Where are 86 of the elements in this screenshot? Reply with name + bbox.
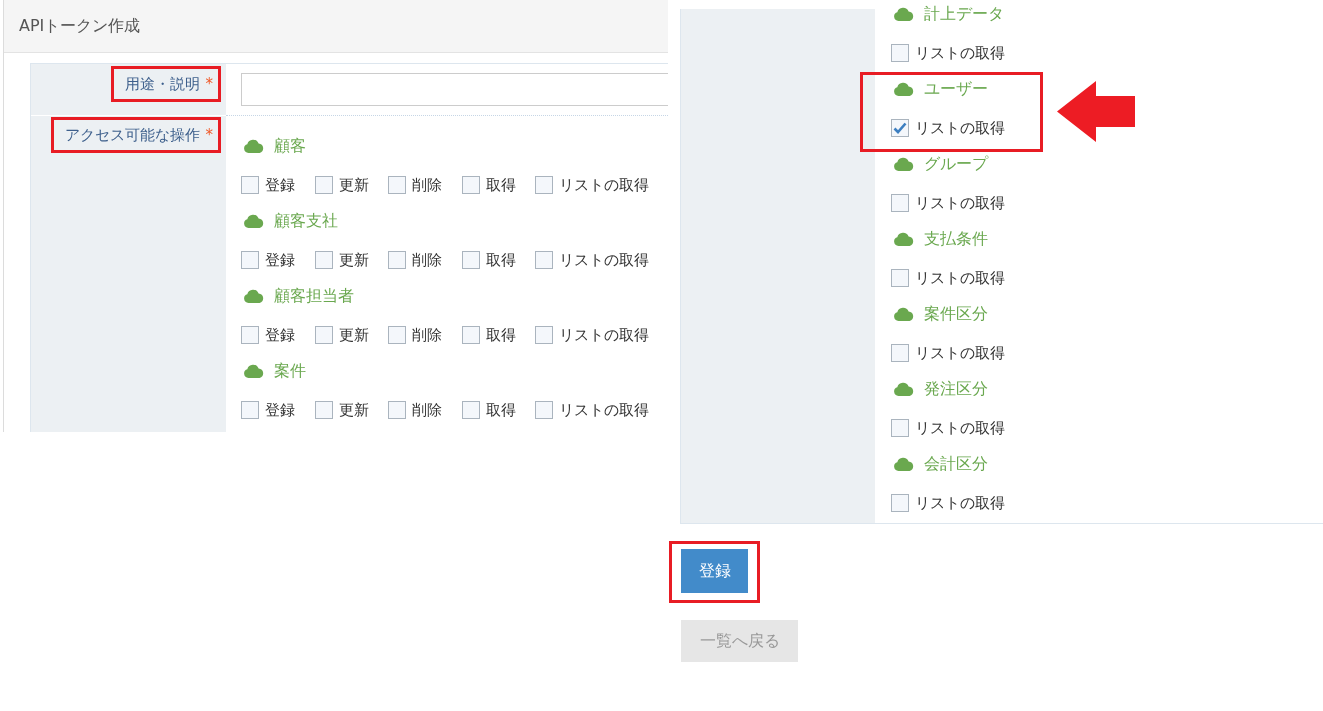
cloud-icon xyxy=(244,289,264,303)
group-title: ユーザー xyxy=(924,78,988,100)
checkbox[interactable] xyxy=(388,401,406,419)
option-label: 登録 xyxy=(265,400,295,420)
required-mark: * xyxy=(205,125,213,145)
option-label: リストの取得 xyxy=(915,343,1005,363)
group-title: 会計区分 xyxy=(924,453,988,475)
option-label: 削除 xyxy=(412,175,442,195)
option-label: 取得 xyxy=(485,325,516,345)
checkbox[interactable] xyxy=(535,176,553,194)
checkbox[interactable] xyxy=(891,44,909,62)
option-label: リストの取得 xyxy=(915,193,1005,213)
option-label: リストの取得 xyxy=(915,418,1005,438)
option-label: 削除 xyxy=(412,400,442,420)
group-title: グループ xyxy=(924,153,988,175)
group-title: 計上データ xyxy=(924,3,1004,25)
checkbox[interactable] xyxy=(388,176,406,194)
checkbox[interactable] xyxy=(535,251,553,269)
checkbox[interactable] xyxy=(241,326,259,344)
cloud-icon xyxy=(894,382,914,396)
checkbox[interactable] xyxy=(314,176,333,194)
required-mark: * xyxy=(205,74,213,94)
option-label: 取得 xyxy=(485,400,516,420)
group-title: 顧客 xyxy=(274,135,306,157)
option-label: 削除 xyxy=(412,250,442,270)
checkbox[interactable] xyxy=(388,326,406,344)
option-label: 更新 xyxy=(338,175,369,195)
option-label: リストの取得 xyxy=(915,118,1005,138)
input-field[interactable] xyxy=(241,73,668,106)
option-label: 登録 xyxy=(265,175,295,195)
cloud-icon xyxy=(894,82,914,96)
option-label: 削除 xyxy=(412,325,442,345)
group-title: 案件 xyxy=(274,360,306,382)
group-title: 支払条件 xyxy=(924,228,988,250)
checkbox[interactable] xyxy=(461,401,480,419)
arrow-icon xyxy=(1057,81,1135,142)
checkbox[interactable] xyxy=(314,326,333,344)
field-label: 用途・説明 xyxy=(124,74,200,94)
group-title: 発注区分 xyxy=(924,378,988,400)
option-label: リストの取得 xyxy=(915,268,1005,288)
checkbox[interactable] xyxy=(891,269,909,287)
option-label: リストの取得 xyxy=(915,493,1005,513)
checkbox[interactable] xyxy=(891,344,909,362)
group-title: 顧客支社 xyxy=(274,210,338,232)
group-title: 顧客担当者 xyxy=(274,285,354,307)
checkbox[interactable] xyxy=(241,401,259,419)
option-label: 登録 xyxy=(265,325,295,345)
cloud-icon xyxy=(894,157,914,171)
page-title: APIトークン作成 xyxy=(19,15,141,37)
check-icon xyxy=(893,122,907,134)
checkbox[interactable] xyxy=(535,326,553,344)
option-label: リストの取得 xyxy=(559,400,649,420)
back-to-list-button[interactable]: 一覧へ戻る xyxy=(681,620,798,662)
cloud-icon xyxy=(894,7,914,21)
option-label: 更新 xyxy=(338,325,369,345)
field-label: アクセス可能な操作 xyxy=(64,125,200,145)
option-label: リストの取得 xyxy=(559,175,649,195)
checkbox[interactable] xyxy=(461,326,480,344)
checkbox[interactable] xyxy=(388,251,406,269)
option-label: 取得 xyxy=(485,175,516,195)
checkbox[interactable] xyxy=(891,119,909,137)
cloud-icon xyxy=(894,307,914,321)
checkbox[interactable] xyxy=(461,251,480,269)
option-label: 取得 xyxy=(485,250,516,270)
option-label: 更新 xyxy=(338,250,369,270)
checkbox[interactable] xyxy=(241,251,259,269)
cloud-icon xyxy=(244,214,264,228)
checkbox[interactable] xyxy=(891,494,909,512)
cloud-icon xyxy=(244,364,264,378)
checkbox[interactable] xyxy=(241,176,259,194)
option-label: リストの取得 xyxy=(559,325,649,345)
group-title: 案件区分 xyxy=(924,303,988,325)
checkbox[interactable] xyxy=(891,419,909,437)
option-label: 登録 xyxy=(265,250,295,270)
option-label: 更新 xyxy=(338,400,369,420)
cloud-icon xyxy=(894,457,914,471)
checkbox[interactable] xyxy=(314,251,333,269)
checkbox[interactable] xyxy=(891,194,909,212)
checkbox[interactable] xyxy=(461,176,480,194)
checkbox[interactable] xyxy=(314,401,333,419)
option-label: リストの取得 xyxy=(915,43,1005,63)
cloud-icon xyxy=(894,232,914,246)
option-label: リストの取得 xyxy=(559,250,649,270)
cloud-icon xyxy=(244,139,264,153)
checkbox[interactable] xyxy=(535,401,553,419)
register-button[interactable]: 登録 xyxy=(681,549,748,593)
